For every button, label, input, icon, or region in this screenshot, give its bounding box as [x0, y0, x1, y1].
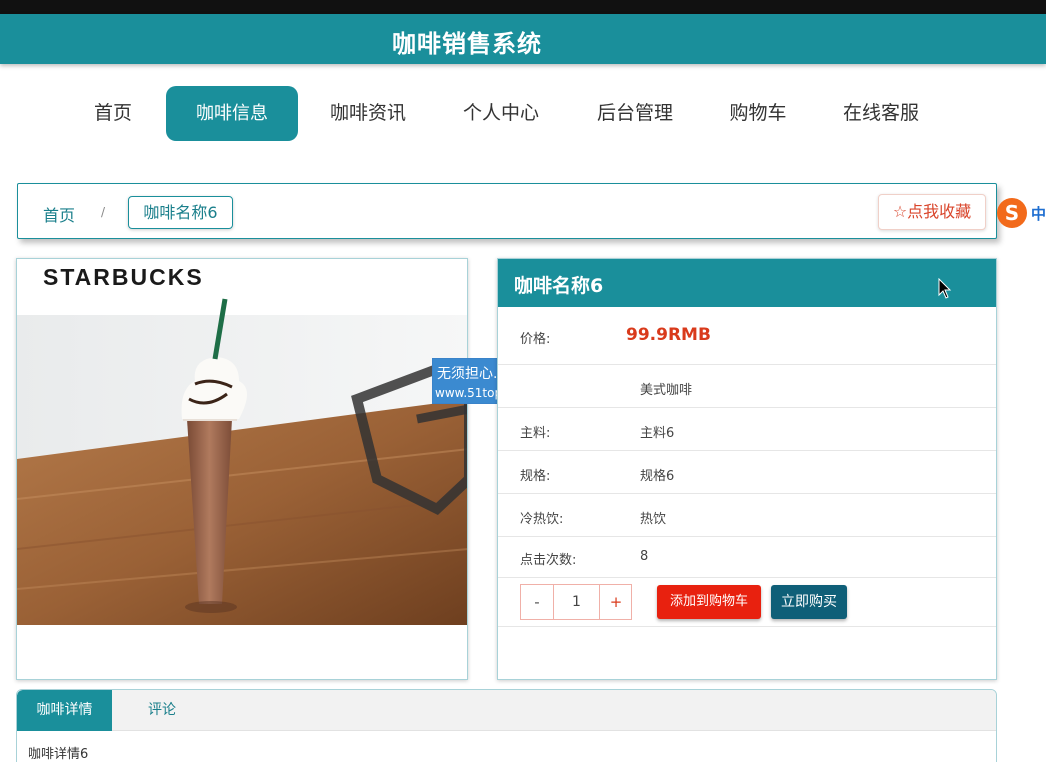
favorite-button[interactable]: ☆点我收藏: [878, 194, 986, 230]
price-value: 99.9RMB: [626, 325, 711, 345]
nav-item-admin[interactable]: 后台管理: [584, 86, 686, 141]
product-image: STARBUCKS: [17, 259, 467, 679]
tabs-bar: 咖啡详情 评论: [17, 690, 996, 731]
tab-comments[interactable]: 评论: [137, 690, 187, 731]
quantity-input[interactable]: 1: [554, 585, 599, 619]
add-to-cart-button[interactable]: 添加到购物车: [657, 585, 761, 619]
main-nav: 首页 咖啡信息 咖啡资讯 个人中心 后台管理 购物车 在线客服: [0, 86, 1046, 142]
ingredient-row: 主料: 主料6: [498, 408, 996, 451]
nav-item-personal-center[interactable]: 个人中心: [450, 86, 552, 141]
buy-now-button[interactable]: 立即购买: [771, 585, 847, 619]
product-image-panel: STARBUCKS: [16, 258, 468, 680]
product-name: 咖啡名称6: [514, 275, 604, 297]
site-header: 咖啡销售系统: [0, 14, 1046, 64]
breadcrumb: 首页 / 咖啡名称6 ☆点我收藏: [17, 183, 997, 239]
nav-item-online-service[interactable]: 在线客服: [830, 86, 932, 141]
star-outline-icon: ☆: [892, 202, 908, 221]
nav-item-coffee-info[interactable]: 咖啡信息: [166, 86, 298, 141]
ingredient-label: 主料:: [520, 426, 551, 441]
breadcrumb-separator: /: [101, 205, 106, 219]
nav-item-home[interactable]: 首页: [70, 86, 156, 141]
price-label: 价格:: [520, 332, 551, 347]
temperature-value: 热饮: [640, 512, 667, 527]
breadcrumb-current: 咖啡名称6: [128, 196, 233, 229]
ime-indicator[interactable]: S 中: [997, 198, 1046, 228]
site-title: 咖啡销售系统: [392, 30, 542, 58]
temperature-row: 冷热饮: 热饮: [498, 494, 996, 537]
sogou-logo-icon: S: [997, 198, 1027, 228]
detail-tabs-panel: 咖啡详情 评论 咖啡详情6: [16, 689, 997, 762]
click-count-label: 点击次数:: [520, 553, 577, 568]
quantity-increase-button[interactable]: +: [599, 585, 632, 619]
brand-logo: STARBUCKS: [43, 264, 204, 290]
category-value: 美式咖啡: [640, 383, 693, 398]
ime-mode-label: 中: [1031, 205, 1046, 223]
breadcrumb-home-link[interactable]: 首页: [43, 202, 75, 226]
spec-row: 规格: 规格6: [498, 451, 996, 494]
product-info-header: 咖啡名称6: [498, 259, 996, 307]
category-row: 美式咖啡: [498, 365, 996, 408]
nav-item-cart[interactable]: 购物车: [718, 86, 798, 141]
window-top-bar: [0, 0, 1046, 14]
nav-item-coffee-news[interactable]: 咖啡资讯: [318, 86, 418, 141]
quantity-decrease-button[interactable]: -: [521, 585, 554, 619]
ingredient-value: 主料6: [640, 426, 675, 441]
favorite-button-label: 点我收藏: [907, 202, 972, 221]
tab-coffee-detail[interactable]: 咖啡详情: [17, 690, 112, 731]
price-row: 价格: 99.9RMB: [498, 307, 996, 365]
detail-content: 咖啡详情6: [28, 747, 89, 762]
spec-value: 规格6: [640, 469, 675, 484]
temperature-label: 冷热饮:: [520, 512, 564, 527]
mouse-cursor-icon: [938, 278, 952, 299]
click-count-row: 点击次数: 8: [498, 537, 996, 578]
quantity-stepper: - 1 +: [520, 584, 632, 620]
spec-label: 规格:: [520, 469, 551, 484]
product-info-panel: 咖啡名称6 价格: 99.9RMB 美式咖啡 主料: 主料6 规格: 规格6 冷…: [497, 258, 997, 680]
click-count-value: 8: [640, 549, 649, 564]
